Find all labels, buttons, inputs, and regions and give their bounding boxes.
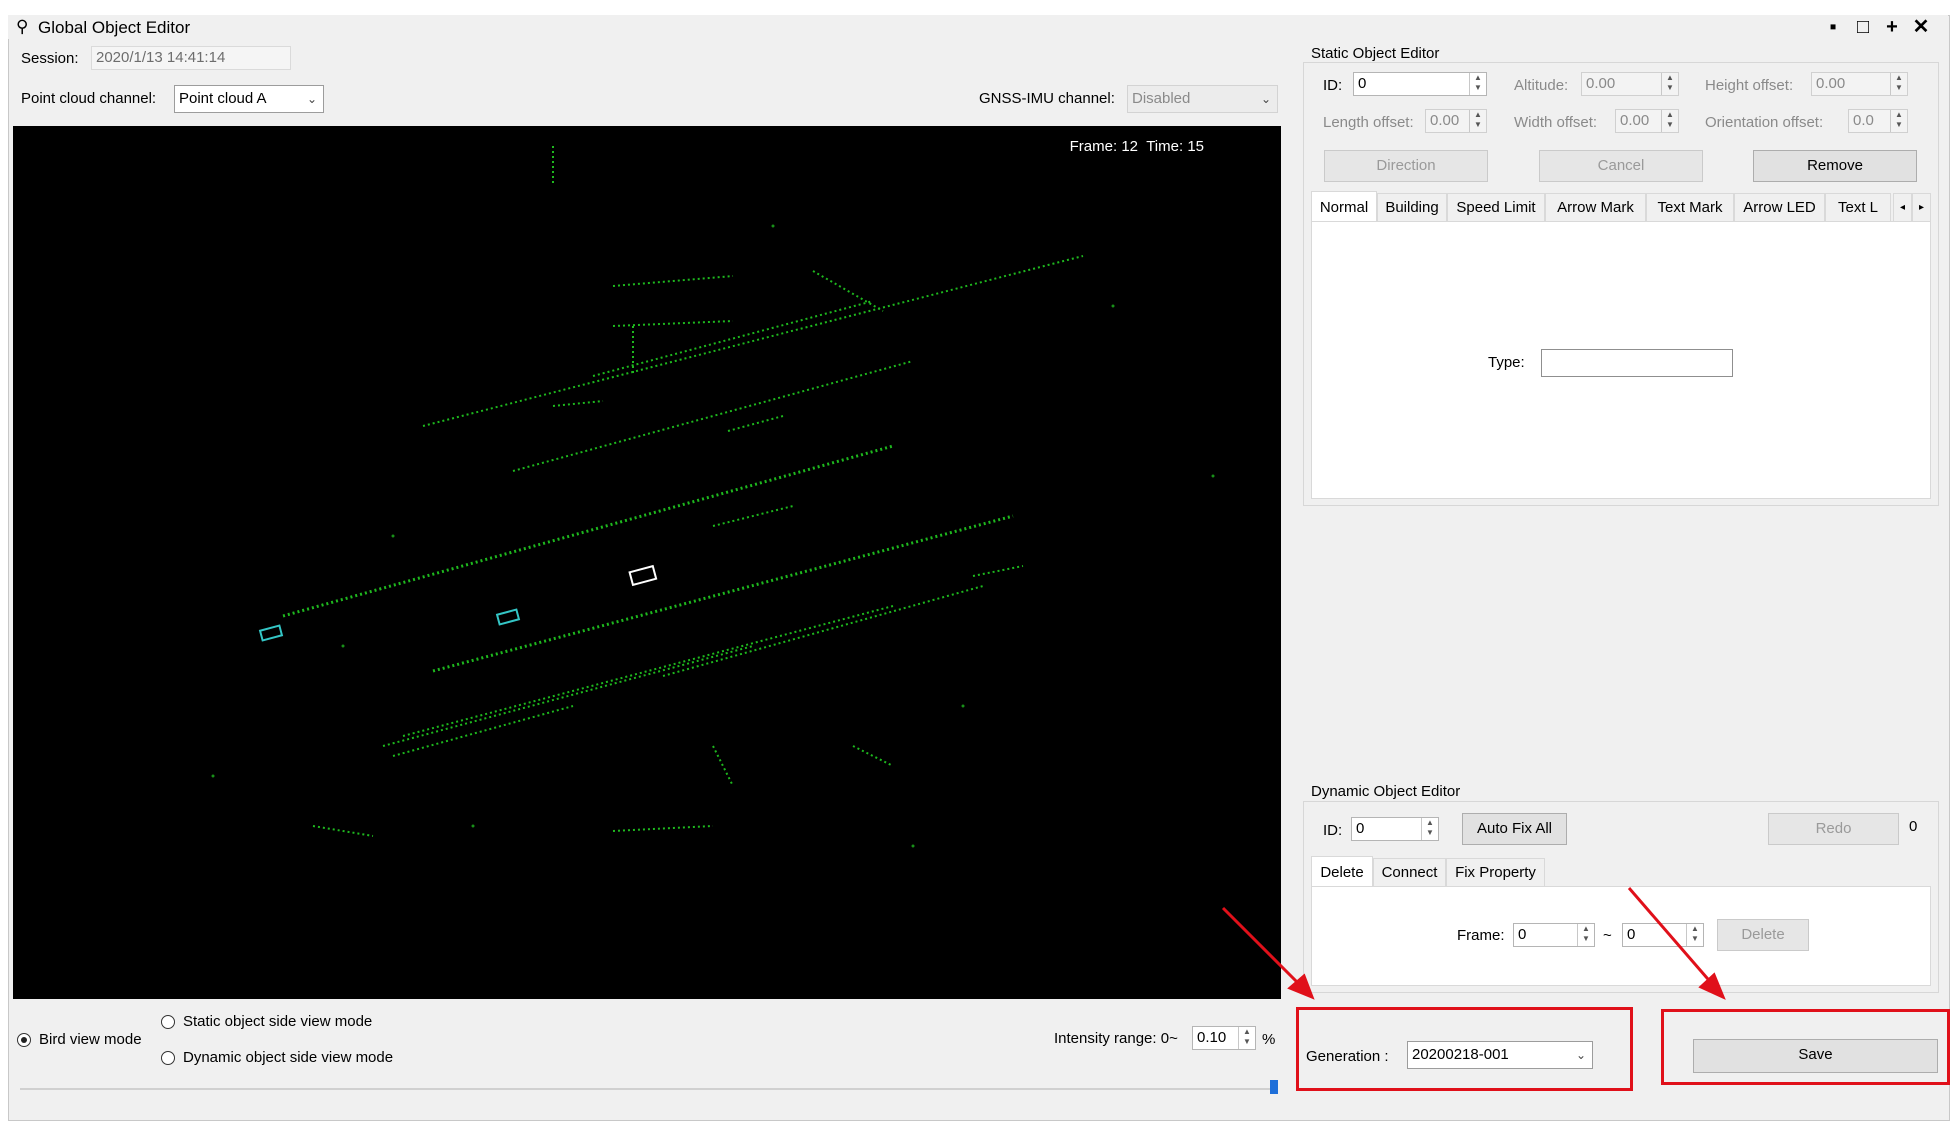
tab-scroll-right-icon[interactable]: ▸ (1912, 193, 1931, 221)
spin-arrows-icon[interactable]: ▲ ▼ (1238, 1027, 1255, 1049)
cancel-button[interactable]: Cancel (1539, 150, 1703, 182)
app-icon: ⚲ (16, 17, 29, 36)
dynamic-id-input[interactable]: 0 ▲ ▼ (1351, 817, 1439, 841)
height-offset-label: Height offset: (1705, 77, 1794, 94)
gnss-channel-select[interactable]: Disabled ⌄ (1127, 85, 1278, 113)
gnss-channel-value: Disabled (1132, 90, 1191, 107)
gnss-channel-label: GNSS-IMU channel: (979, 90, 1115, 107)
maximize-icon[interactable]: □ (1850, 16, 1876, 38)
spin-arrows-icon[interactable]: ▲ ▼ (1661, 73, 1678, 95)
direction-button[interactable]: Direction (1324, 150, 1488, 182)
redo-count: 0 (1909, 818, 1918, 835)
height-offset-value: 0.00 (1816, 75, 1846, 92)
frame-slider-track[interactable] (20, 1088, 1274, 1090)
static-object-editor-title: Static Object Editor (1309, 45, 1442, 62)
tab-arrow-led[interactable]: Arrow LED (1734, 193, 1825, 221)
orientation-offset-label: Orientation offset: (1705, 114, 1824, 131)
pin-icon[interactable]: + (1879, 16, 1905, 38)
pointcloud-channel-select[interactable]: Point cloud A ⌄ (174, 85, 324, 113)
save-highlight-box (1661, 1009, 1950, 1085)
height-offset-input[interactable]: 0.00 ▲ ▼ (1811, 72, 1908, 96)
bird-view-label: Bird view mode (39, 1031, 142, 1048)
tab-text-mark[interactable]: Text Mark (1646, 193, 1734, 221)
type-input[interactable] (1541, 349, 1733, 377)
tab-text-led[interactable]: Text L (1825, 193, 1891, 221)
tab-scroll-left-icon[interactable]: ◂ (1893, 193, 1912, 221)
tab-normal[interactable]: Normal (1311, 191, 1377, 221)
window-title: Global Object Editor (38, 18, 191, 37)
static-type-tabs: Normal Building Speed Limit Arrow Mark T… (1311, 191, 1931, 221)
static-id-label: ID: (1323, 77, 1343, 94)
dynamic-object-editor-title: Dynamic Object Editor (1309, 783, 1463, 800)
point-cloud-viewport[interactable]: Frame: 12 Time: 15 (13, 126, 1281, 999)
tab-arrow-mark[interactable]: Arrow Mark (1545, 193, 1646, 221)
chevron-down-icon: ⌄ (306, 92, 317, 106)
pointcloud-channel-label: Point cloud channel: (21, 90, 157, 107)
intensity-value: 0.10 (1197, 1029, 1227, 1046)
width-offset-value: 0.00 (1620, 112, 1650, 129)
tab-building[interactable]: Building (1377, 193, 1447, 221)
spin-arrows-icon[interactable]: ▲ ▼ (1890, 110, 1907, 132)
length-offset-input[interactable]: 0.00 ▲ ▼ (1425, 109, 1487, 133)
intensity-label: Intensity range: 0~ (1054, 1030, 1178, 1047)
point-cloud-render (211, 146, 1215, 848)
static-id-value: 0 (1358, 75, 1367, 92)
frame-slider-thumb[interactable] (1270, 1080, 1278, 1094)
redo-button[interactable]: Redo (1768, 813, 1899, 845)
dynamic-side-view-radio[interactable] (161, 1051, 175, 1065)
session-label: Session: (21, 50, 79, 67)
minimize-icon[interactable]: ▪ (1820, 16, 1846, 38)
intensity-unit: % (1262, 1031, 1276, 1048)
static-side-view-label: Static object side view mode (183, 1013, 373, 1030)
dynamic-side-view-label: Dynamic object side view mode (183, 1049, 394, 1066)
altitude-input[interactable]: 0.00 ▲ ▼ (1581, 72, 1679, 96)
static-side-view-radio[interactable] (161, 1015, 175, 1029)
session-field: 2020/1/13 14:41:14 (91, 46, 291, 70)
dynamic-id-value: 0 (1356, 820, 1365, 837)
width-offset-input[interactable]: 0.00 ▲ ▼ (1615, 109, 1679, 133)
auto-fix-all-button[interactable]: Auto Fix All (1462, 813, 1567, 845)
bird-view-radio[interactable] (17, 1033, 31, 1047)
pointcloud-channel-value: Point cloud A (179, 90, 267, 107)
orientation-offset-value: 0.0 (1853, 112, 1874, 129)
generation-highlight-box (1296, 1007, 1633, 1091)
annotation-arrows (1221, 887, 1726, 1000)
spin-arrows-icon[interactable]: ▲ ▼ (1890, 73, 1907, 95)
type-label: Type: (1488, 354, 1525, 371)
close-icon[interactable]: ✕ (1908, 16, 1934, 38)
altitude-label: Altitude: (1514, 77, 1569, 94)
width-offset-label: Width offset: (1514, 114, 1598, 131)
spin-arrows-icon[interactable]: ▲ ▼ (1469, 73, 1486, 95)
spin-arrows-icon[interactable]: ▲ ▼ (1469, 110, 1486, 132)
length-offset-label: Length offset: (1323, 114, 1414, 131)
static-id-input[interactable]: 0 ▲ ▼ (1353, 72, 1487, 96)
remove-button[interactable]: Remove (1753, 150, 1917, 182)
altitude-value: 0.00 (1586, 75, 1616, 92)
chevron-down-icon: ⌄ (1260, 92, 1271, 106)
static-tab-pane: Type: (1311, 221, 1931, 499)
dynamic-id-label: ID: (1323, 822, 1343, 839)
spin-arrows-icon[interactable]: ▲ ▼ (1421, 818, 1438, 840)
length-offset-value: 0.00 (1430, 112, 1460, 129)
orientation-offset-input[interactable]: 0.0 ▲ ▼ (1848, 109, 1908, 133)
spin-arrows-icon[interactable]: ▲ ▼ (1661, 110, 1678, 132)
intensity-input[interactable]: 0.10 ▲ ▼ (1192, 1026, 1256, 1050)
tab-speed-limit[interactable]: Speed Limit (1447, 193, 1545, 221)
title-bar: ⚲ Global Object Editor ▪ □ + ✕ (8, 15, 1948, 39)
